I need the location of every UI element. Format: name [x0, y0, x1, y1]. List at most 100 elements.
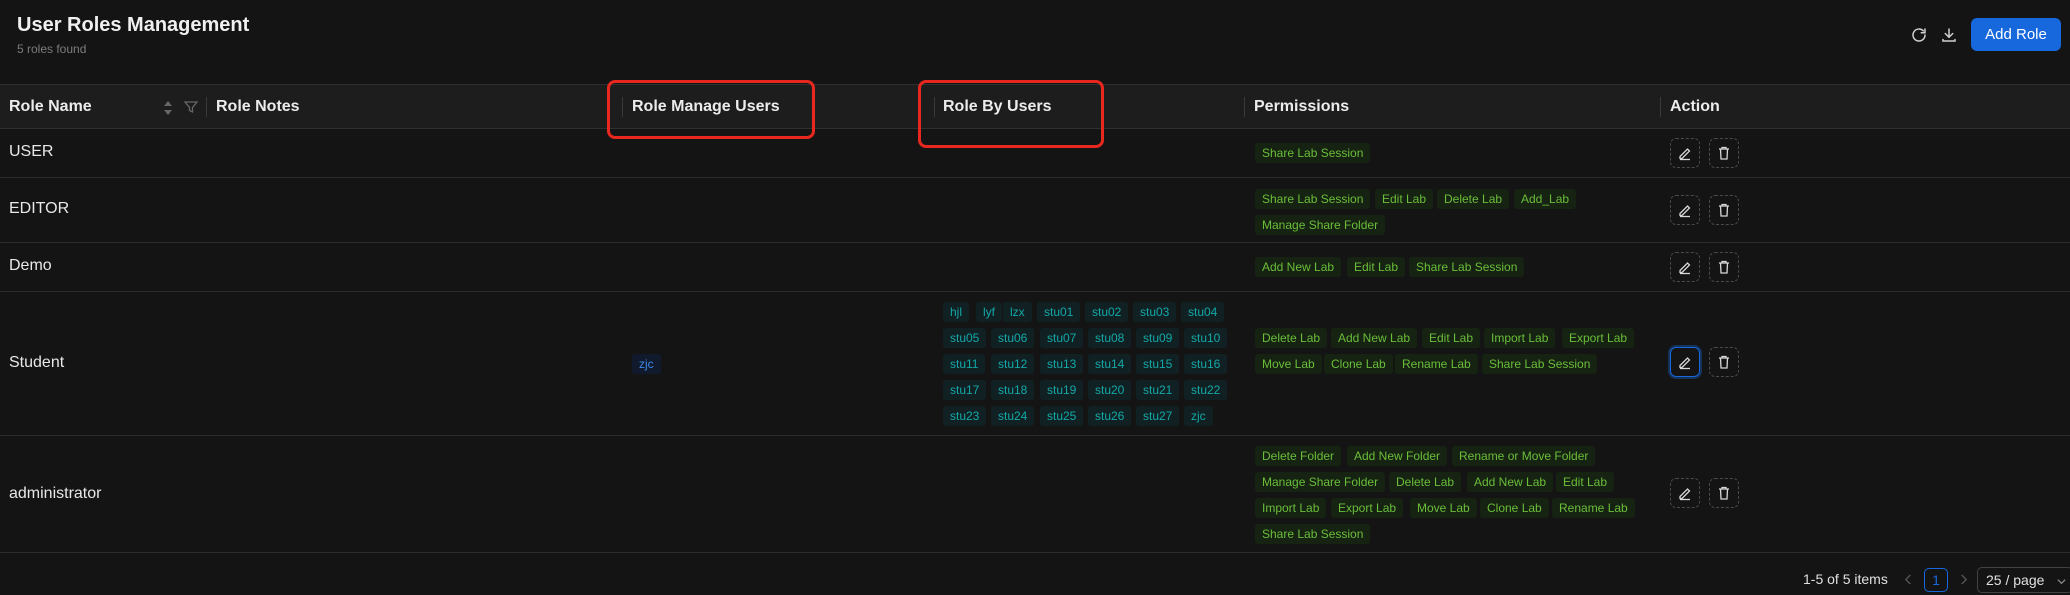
permission-tag: Add New Lab	[1255, 257, 1342, 277]
column-header-role-name[interactable]: Role Name	[9, 85, 92, 129]
edit-role-button[interactable]	[1670, 252, 1700, 282]
column-divider	[206, 97, 207, 117]
role-user-tag: stu09	[1136, 328, 1180, 348]
delete-role-button[interactable]	[1709, 478, 1739, 508]
role-user-tag: stu13	[1040, 354, 1084, 374]
role-user-tag: stu24	[991, 406, 1035, 426]
permission-tag: Share Lab Session	[1255, 524, 1371, 544]
delete-role-button[interactable]	[1709, 252, 1739, 282]
page-number-button[interactable]: 1	[1924, 568, 1948, 592]
permission-tag: Add New Folder	[1347, 446, 1448, 466]
role-name: Demo	[9, 257, 52, 274]
role-user-tag: hjl	[943, 302, 970, 322]
permission-tag: Move Lab	[1255, 354, 1322, 374]
column-header-permissions: Permissions	[1254, 98, 1350, 115]
refresh-icon[interactable]	[1906, 22, 1932, 48]
permission-tag: Export Lab	[1331, 498, 1404, 518]
role-user-tag: stu14	[1088, 354, 1132, 374]
table-row-demo: Demo Add New Lab Edit Lab Share Lab Sess…	[0, 243, 2070, 292]
role-user-tag: stu21	[1136, 380, 1180, 400]
role-user-tag: stu03	[1133, 302, 1177, 322]
next-page-icon[interactable]	[1956, 570, 1970, 588]
prev-page-icon[interactable]	[1901, 570, 1915, 588]
table-header: Role Name Role Notes Role Manage Users R…	[0, 84, 2070, 129]
roles-count: 5 roles found	[17, 42, 87, 56]
permission-tag: Export Lab	[1562, 328, 1635, 348]
role-user-tag: stu27	[1136, 406, 1180, 426]
column-divider	[1660, 97, 1661, 117]
edit-role-button[interactable]	[1670, 347, 1700, 377]
page-header: User Roles Management 5 roles found Add …	[0, 0, 2070, 84]
permission-tag: Add_Lab	[1514, 189, 1577, 209]
sort-icon[interactable]	[161, 99, 175, 117]
role-user-tag: stu02	[1085, 302, 1129, 322]
column-header-role-by-users: Role By Users	[943, 98, 1052, 115]
permission-tag: Edit Lab	[1556, 472, 1615, 492]
role-name: Student	[9, 354, 65, 371]
edit-role-button[interactable]	[1670, 195, 1700, 225]
permission-tag: Manage Share Folder	[1255, 472, 1386, 492]
role-user-tag: stu16	[1184, 354, 1228, 374]
role-user-tag: stu05	[943, 328, 987, 348]
delete-role-button[interactable]	[1709, 195, 1739, 225]
role-user-tag: stu06	[991, 328, 1035, 348]
download-icon[interactable]	[1936, 22, 1962, 48]
permission-tag: Rename Lab	[1552, 498, 1635, 518]
role-user-tag: stu25	[1040, 406, 1084, 426]
permission-tag: Delete Lab	[1437, 189, 1510, 209]
role-user-tag: stu01	[1037, 302, 1081, 322]
role-name: USER	[9, 143, 54, 160]
filter-icon[interactable]	[183, 99, 199, 115]
roles-table: Role Name Role Notes Role Manage Users R…	[0, 84, 2070, 553]
edit-role-button[interactable]	[1670, 138, 1700, 168]
column-divider	[622, 97, 623, 117]
permission-tag: Share Lab Session	[1255, 143, 1371, 163]
role-user-tag: stu15	[1136, 354, 1180, 374]
column-header-role-notes: Role Notes	[216, 98, 300, 115]
permission-tag: Edit Lab	[1375, 189, 1434, 209]
table-row-editor: EDITOR Share Lab Session Edit Lab Delete…	[0, 178, 2070, 243]
role-user-tag: stu11	[943, 354, 986, 374]
permission-tag: Clone Lab	[1324, 354, 1393, 374]
permission-tag: Manage Share Folder	[1255, 215, 1386, 235]
edit-role-button[interactable]	[1670, 478, 1700, 508]
role-user-tag: stu04	[1181, 302, 1225, 322]
permission-tag: Add New Lab	[1331, 328, 1418, 348]
role-user-tag: stu22	[1184, 380, 1228, 400]
permission-tag: Edit Lab	[1422, 328, 1481, 348]
delete-role-button[interactable]	[1709, 138, 1739, 168]
column-divider	[1244, 97, 1245, 117]
permission-tag: Import Lab	[1255, 498, 1327, 518]
chevron-down-icon	[2057, 579, 2066, 585]
permission-tag: Move Lab	[1410, 498, 1477, 518]
role-user-tag: lyf	[976, 302, 1002, 322]
add-role-button[interactable]: Add Role	[1971, 18, 2061, 51]
delete-role-button[interactable]	[1709, 347, 1739, 377]
permission-tag: Delete Lab	[1389, 472, 1462, 492]
page-size-select[interactable]: 25 / page	[1977, 567, 2070, 593]
role-name: administrator	[9, 485, 102, 502]
column-header-action: Action	[1670, 98, 1720, 115]
table-row-user: USER Share Lab Session	[0, 129, 2070, 178]
role-user-tag: stu07	[1040, 328, 1084, 348]
role-user-tag: stu19	[1040, 380, 1084, 400]
role-user-tag: stu08	[1088, 328, 1132, 348]
page-size-value: 25 / page	[1986, 572, 2045, 588]
permission-tag: Delete Folder	[1255, 446, 1342, 466]
column-header-role-manage-users: Role Manage Users	[632, 98, 780, 115]
role-name: EDITOR	[9, 200, 70, 217]
permission-tag: Edit Lab	[1347, 257, 1406, 277]
role-user-tag: stu23	[943, 406, 987, 426]
permission-tag: Import Lab	[1484, 328, 1556, 348]
permission-tag: Delete Lab	[1255, 328, 1328, 348]
permission-tag: Add New Lab	[1467, 472, 1554, 492]
role-user-tag: stu26	[1088, 406, 1132, 426]
permission-tag: Share Lab Session	[1482, 354, 1598, 374]
role-user-tag: zjc	[1184, 406, 1213, 426]
table-row-student: Student zjc hjl lyf lzx stu01 stu02 stu03 stu0…	[0, 292, 2070, 436]
permission-tag: Clone Lab	[1480, 498, 1549, 518]
page-title: User Roles Management	[17, 14, 250, 36]
role-user-tag: stu20	[1088, 380, 1132, 400]
table-row-administrator: administrator Delete Folder Add New Folde…	[0, 436, 2070, 553]
permission-tag: Share Lab Session	[1409, 257, 1525, 277]
